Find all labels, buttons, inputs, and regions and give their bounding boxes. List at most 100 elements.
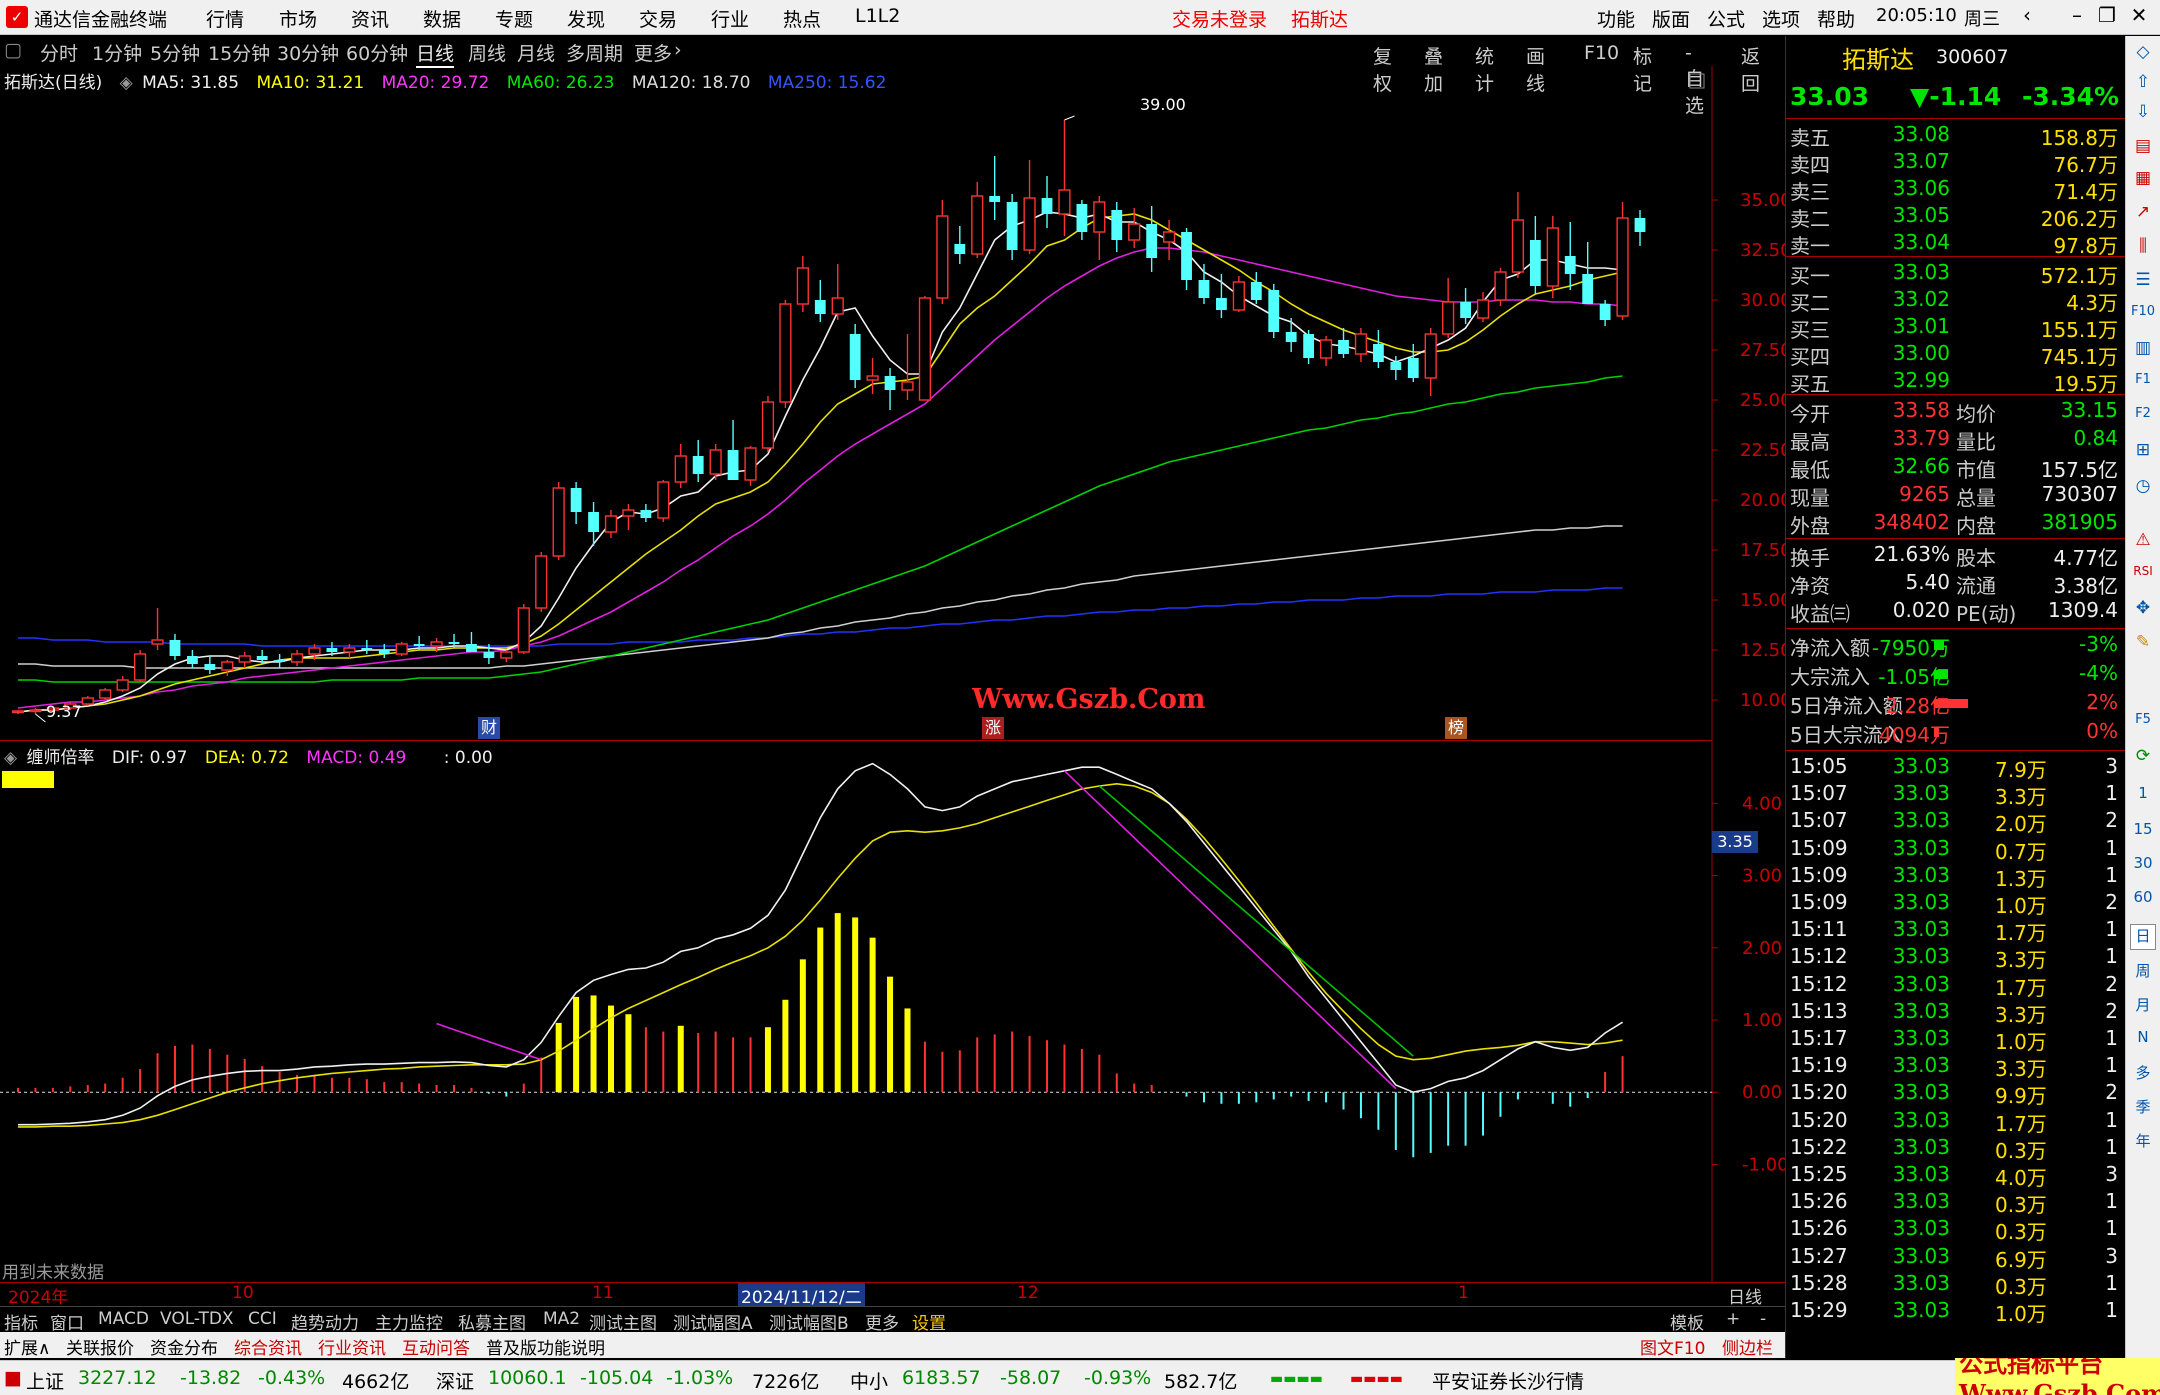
close-icon[interactable]: ✕ bbox=[2124, 3, 2154, 27]
rise-event-marker[interactable]: 涨 bbox=[982, 717, 1004, 739]
sidebar-period-selected[interactable]: 日 bbox=[2130, 924, 2156, 950]
bid-row[interactable]: 买四 33.00 745.1万 bbox=[1790, 341, 2120, 369]
zoom-out-button[interactable]: - bbox=[1760, 1309, 1766, 1329]
signal-icon[interactable]: ⚠ bbox=[2130, 530, 2156, 556]
period-tab[interactable]: 多周期 bbox=[566, 39, 623, 66]
tick-row[interactable]: 15:26 33.03 1 0.3万 bbox=[1790, 1216, 2120, 1244]
sidebar-period[interactable]: 季 bbox=[2130, 1096, 2156, 1122]
f10-icon[interactable]: F1 bbox=[2130, 372, 2156, 398]
menu-item[interactable]: 行情 bbox=[206, 5, 244, 32]
indicator-tab[interactable]: CCI bbox=[248, 1309, 277, 1329]
indicator-tab[interactable]: 更多 bbox=[865, 1309, 899, 1334]
menu-item[interactable]: 数据 bbox=[423, 5, 461, 32]
arrow-up-icon[interactable]: ⇧ bbox=[2130, 72, 2156, 98]
period-tab-more[interactable]: 更多 bbox=[634, 39, 672, 66]
ask-row[interactable]: 卖一 33.04 97.8万 bbox=[1790, 230, 2120, 258]
sh-index-name[interactable]: 上证 bbox=[26, 1367, 64, 1394]
collapse-icon[interactable]: ◇ bbox=[2130, 42, 2156, 68]
indicator-tab[interactable]: MACD bbox=[98, 1309, 149, 1329]
indicator-tab[interactable]: 窗口 bbox=[50, 1309, 84, 1334]
settings-icon[interactable]: ◈ bbox=[4, 748, 17, 768]
tick-row[interactable]: 15:09 33.03 2 1.0万 bbox=[1790, 890, 2120, 918]
f2-icon[interactable]: F2 bbox=[2130, 406, 2156, 432]
tick-row[interactable]: 15:17 33.03 1 1.0万 bbox=[1790, 1026, 2120, 1054]
tick-row[interactable]: 15:20 33.03 1 1.7万 bbox=[1790, 1108, 2120, 1136]
tick-row[interactable]: 15:13 33.03 2 3.3万 bbox=[1790, 999, 2120, 1027]
menu-item[interactable]: 热点 bbox=[783, 5, 821, 32]
menu-item[interactable]: 功能 bbox=[1597, 5, 1635, 32]
rsi-icon[interactable]: RSI bbox=[2130, 564, 2156, 590]
period-tab[interactable]: 60分钟 bbox=[346, 39, 408, 66]
indicator-name[interactable]: 缠师倍率 bbox=[26, 748, 94, 768]
indicator-tab[interactable]: MA2 bbox=[543, 1309, 580, 1329]
fund-flow-row[interactable]: 5日大宗流入 4094万 0% bbox=[1790, 719, 2120, 747]
tick-row[interactable]: 15:20 33.03 2 9.9万 bbox=[1790, 1080, 2120, 1108]
menu-item[interactable]: L1L2 bbox=[855, 5, 900, 27]
board-icon[interactable]: ▥ bbox=[2130, 338, 2156, 364]
tick-row[interactable]: 15:05 33.03 3 7.9万 bbox=[1790, 754, 2120, 782]
period-tab[interactable]: 月线 bbox=[517, 39, 555, 66]
bottom-tab[interactable]: 综合资讯 bbox=[234, 1334, 302, 1359]
tick-row[interactable]: 15:07 33.03 2 2.0万 bbox=[1790, 808, 2120, 836]
bid-row[interactable]: 买三 33.01 155.1万 bbox=[1790, 314, 2120, 342]
tick-row[interactable]: 15:19 33.03 1 3.3万 bbox=[1790, 1053, 2120, 1081]
f10-icon[interactable]: F10 bbox=[2130, 304, 2156, 330]
tick-row[interactable]: 15:22 33.03 1 0.3万 bbox=[1790, 1135, 2120, 1163]
sidebar-period[interactable]: 60 bbox=[2130, 888, 2156, 914]
stat-row[interactable]: 今开 33.58 均价 33.15 bbox=[1790, 398, 2120, 426]
bottom-tab[interactable]: 关联报价 bbox=[66, 1334, 134, 1359]
tick-row[interactable]: 15:07 33.03 1 3.3万 bbox=[1790, 781, 2120, 809]
ask-row[interactable]: 卖三 33.06 71.4万 bbox=[1790, 176, 2120, 204]
menu-item[interactable]: 公式 bbox=[1707, 5, 1745, 32]
refresh-icon[interactable]: ⟳ bbox=[2130, 746, 2156, 772]
list-event-marker[interactable]: 榜 bbox=[1445, 717, 1467, 739]
tick-row[interactable]: 15:12 33.03 1 3.3万 bbox=[1790, 944, 2120, 972]
move-icon[interactable]: ✥ bbox=[2130, 598, 2156, 624]
menu-item[interactable]: 资讯 bbox=[351, 5, 389, 32]
indicator-tab[interactable]: 测试主图 bbox=[589, 1309, 657, 1334]
period-tab[interactable]: 5分钟 bbox=[150, 39, 200, 66]
menu-item[interactable]: 选项 bbox=[1762, 5, 1800, 32]
bottom-tab[interactable]: 行业资讯 bbox=[318, 1334, 386, 1359]
restore-icon[interactable]: ❐ bbox=[2092, 3, 2122, 27]
stat-row[interactable]: 最低 32.66 市值 157.5亿 bbox=[1790, 454, 2120, 482]
zx-index-name[interactable]: 中小 bbox=[850, 1367, 888, 1394]
zoom-in-button[interactable]: + bbox=[1726, 1309, 1740, 1329]
tick-row[interactable]: 15:09 33.03 1 0.7万 bbox=[1790, 836, 2120, 864]
bottom-tab[interactable]: 互动问答 bbox=[402, 1334, 470, 1359]
arrow-down-icon[interactable]: ⇩ bbox=[2130, 102, 2156, 128]
fund-flow-row[interactable]: 净流入额 -7950万 -3% bbox=[1790, 632, 2120, 660]
bid-row[interactable]: 买二 33.02 4.3万 bbox=[1790, 287, 2120, 315]
stat-row[interactable]: 现量 9265 总量 730307 bbox=[1790, 482, 2120, 510]
indicator-tab-settings[interactable]: 设置 bbox=[912, 1309, 946, 1334]
minimize-icon[interactable]: – bbox=[2062, 3, 2092, 27]
indicator-tab[interactable]: 趋势动力 bbox=[291, 1309, 359, 1334]
period-tab[interactable]: 15分钟 bbox=[208, 39, 270, 66]
indicator-tab[interactable]: 测试幅图A bbox=[673, 1309, 753, 1334]
tick-row[interactable]: 15:27 33.03 3 6.9万 bbox=[1790, 1244, 2120, 1272]
template-button[interactable]: 模板 bbox=[1670, 1309, 1704, 1334]
fund-flow-row[interactable]: 大宗流入 -1.05亿 -4% bbox=[1790, 661, 2120, 689]
list-icon[interactable]: ☰ bbox=[2130, 270, 2156, 296]
tick-row[interactable]: 15:12 33.03 2 1.7万 bbox=[1790, 972, 2120, 1000]
sidebar-period[interactable]: 年 bbox=[2130, 1130, 2156, 1156]
stat-row[interactable]: 外盘 348402 内盘 381905 bbox=[1790, 510, 2120, 538]
sidebar-period[interactable]: 1 bbox=[2130, 784, 2156, 810]
period-tab-selected[interactable]: 日线 bbox=[416, 39, 455, 68]
ask-row[interactable]: 卖二 33.05 206.2万 bbox=[1790, 203, 2120, 231]
period-tab[interactable]: 分时 bbox=[40, 39, 78, 66]
tick-row[interactable]: 15:29 33.03 1 1.0万 bbox=[1790, 1298, 2120, 1326]
grid-icon[interactable]: ⊞ bbox=[2130, 440, 2156, 466]
table-icon[interactable]: ▦ bbox=[2130, 168, 2156, 194]
indicator-tab[interactable]: 私募主图 bbox=[458, 1309, 526, 1334]
stat-row[interactable]: 收益㈢ 0.020 PE(动) 1309.4 bbox=[1790, 598, 2120, 626]
sidebar-period[interactable]: 15 bbox=[2130, 820, 2156, 846]
collapse-icon[interactable]: ▢ bbox=[4, 39, 22, 61]
trend-icon[interactable]: ↗ bbox=[2130, 202, 2156, 228]
ask-row[interactable]: 卖四 33.07 76.7万 bbox=[1790, 149, 2120, 177]
tick-row[interactable]: 15:25 33.03 3 4.0万 bbox=[1790, 1162, 2120, 1190]
sidebar-period[interactable]: 月 bbox=[2130, 994, 2156, 1020]
tick-row[interactable]: 15:11 33.03 1 1.7万 bbox=[1790, 917, 2120, 945]
stat-row[interactable]: 最高 33.79 量比 0.84 bbox=[1790, 426, 2120, 454]
chart-icon[interactable]: ▤ bbox=[2130, 136, 2156, 162]
